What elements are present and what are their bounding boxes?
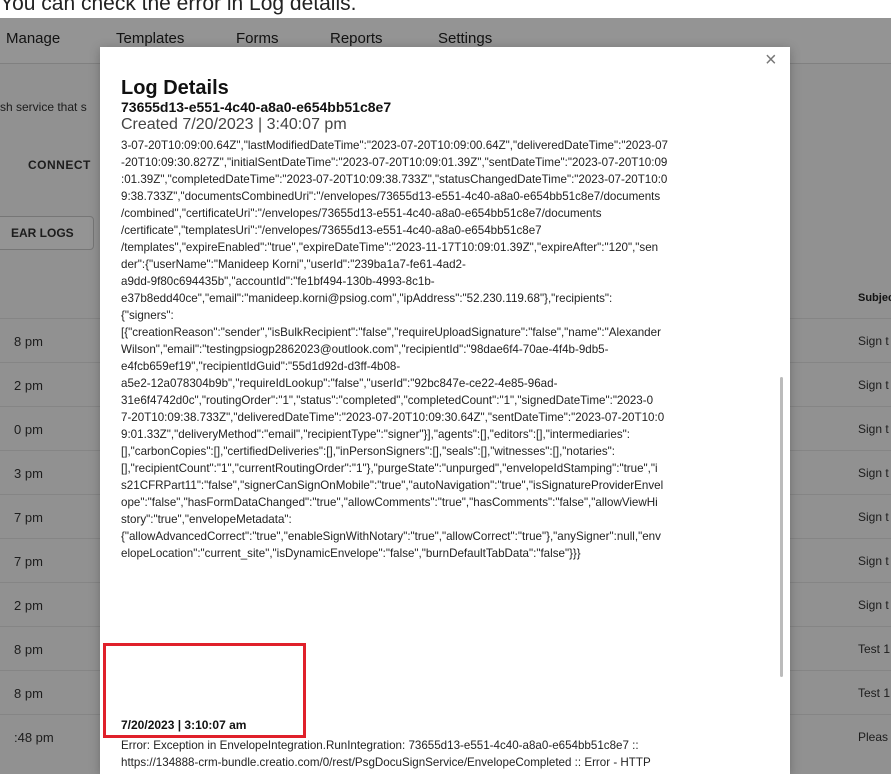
log-entry-error-message: Error: Exception in EnvelopeIntegration.…: [121, 739, 651, 774]
log-json-text: 3-07-20T10:09:00.64Z","lastModifiedDateT…: [121, 139, 669, 560]
close-icon[interactable]: ×: [765, 49, 777, 72]
error-highlight-box: [103, 643, 306, 738]
caption-text: You can check the error in Log details.: [0, 0, 357, 15]
modal-title: Log Details: [121, 77, 229, 99]
envelope-id: 73655d13-e551-4c40-a8a0-e654bb51c8e7: [121, 99, 392, 115]
created-timestamp: Created 7/20/2023 | 3:40:07 pm: [121, 116, 347, 133]
modal-scrollbar[interactable]: [780, 377, 783, 677]
